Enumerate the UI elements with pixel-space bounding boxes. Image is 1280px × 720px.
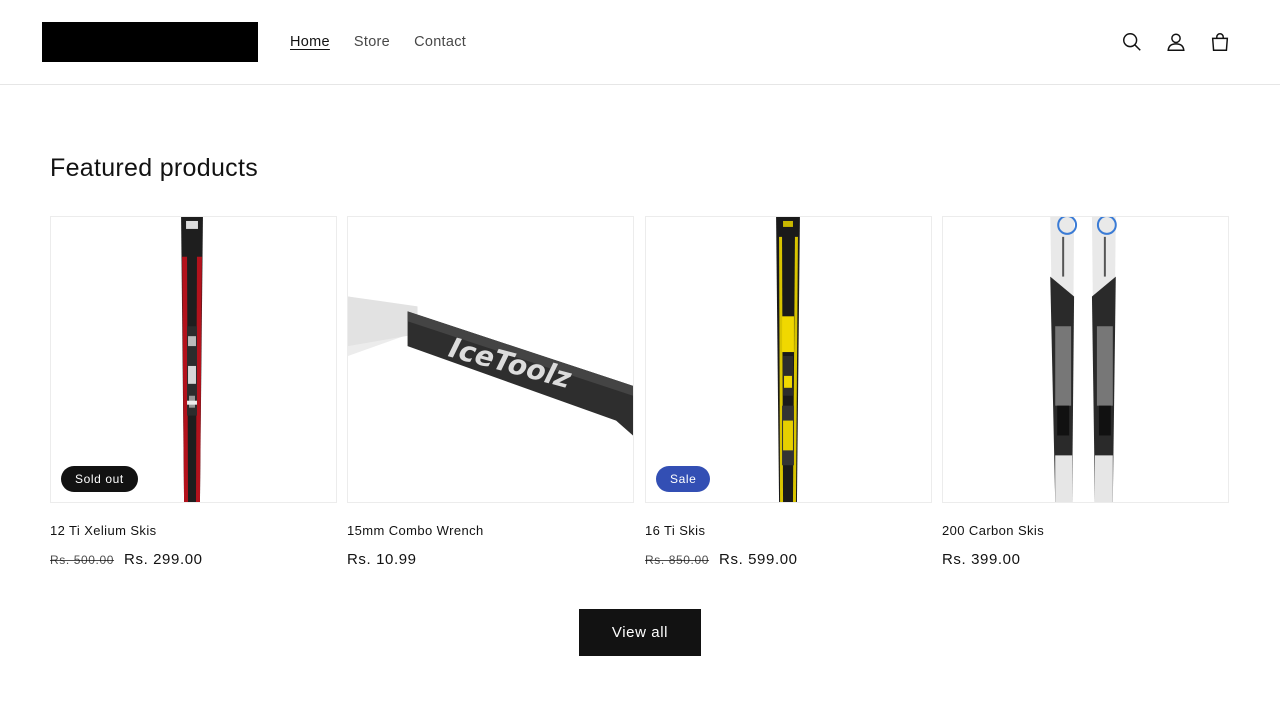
regular-price: Rs. 399.00 — [942, 551, 1021, 568]
search-button[interactable] — [1110, 27, 1154, 57]
product-title[interactable]: 200 Carbon Skis — [942, 523, 1229, 539]
site-header: Home Store Contact — [0, 0, 1280, 85]
skis-pair-image — [1050, 217, 1117, 502]
sale-price: Rs. 599.00 — [719, 551, 798, 568]
product-card[interactable]: Sold out 12 Ti Xelium Skis Rs. 500.00 Rs… — [50, 216, 337, 568]
product-image[interactable]: IceToolz — [347, 216, 634, 503]
product-price: Rs. 399.00 — [942, 551, 1229, 568]
account-button[interactable] — [1154, 27, 1198, 57]
wrench-brand-text: IceToolz — [445, 331, 575, 395]
product-card[interactable]: 200 Carbon Skis Rs. 399.00 — [942, 216, 1229, 568]
product-title[interactable]: 12 Ti Xelium Skis — [50, 523, 337, 539]
cart-icon — [1211, 33, 1229, 51]
ski-image — [181, 217, 203, 502]
product-image[interactable]: Sale — [645, 216, 932, 503]
view-all-button[interactable]: View all — [579, 609, 701, 656]
header-icons — [1110, 27, 1242, 57]
product-title[interactable]: 15mm Combo Wrench — [347, 523, 634, 539]
product-grid: Sold out 12 Ti Xelium Skis Rs. 500.00 Rs… — [50, 216, 1230, 576]
compare-at-price: Rs. 850.00 — [645, 553, 710, 567]
compare-at-price: Rs. 500.00 — [50, 553, 115, 567]
nav-store-link[interactable]: Store — [354, 32, 390, 52]
sale-badge: Sale — [656, 466, 711, 492]
sale-price: Rs. 299.00 — [124, 551, 203, 568]
cart-button[interactable] — [1198, 27, 1242, 57]
product-image[interactable]: Sold out — [50, 216, 337, 503]
product-image[interactable] — [942, 216, 1229, 503]
sold-out-badge: Sold out — [61, 466, 138, 492]
account-icon — [1167, 33, 1185, 51]
nav-home-link[interactable]: Home — [290, 32, 330, 52]
store-logo[interactable] — [42, 22, 258, 62]
ski-image — [776, 217, 800, 502]
regular-price: Rs. 10.99 — [347, 551, 417, 568]
section-title: Featured products — [50, 154, 258, 182]
product-card[interactable]: Sale 16 Ti Skis Rs. 850.00 Rs. 599.00 — [645, 216, 932, 568]
product-price: Rs. 10.99 — [347, 551, 634, 568]
product-title[interactable]: 16 Ti Skis — [645, 523, 932, 539]
nav-contact-link[interactable]: Contact — [414, 32, 466, 52]
main-nav: Home Store Contact — [290, 32, 490, 52]
search-icon — [1123, 33, 1141, 51]
wrench-image: IceToolz — [348, 296, 633, 436]
product-card[interactable]: IceToolz 15mm Combo Wrench Rs. 10.99 — [347, 216, 634, 568]
product-price: Rs. 500.00 Rs. 299.00 — [50, 551, 337, 568]
product-price: Rs. 850.00 Rs. 599.00 — [645, 551, 932, 568]
